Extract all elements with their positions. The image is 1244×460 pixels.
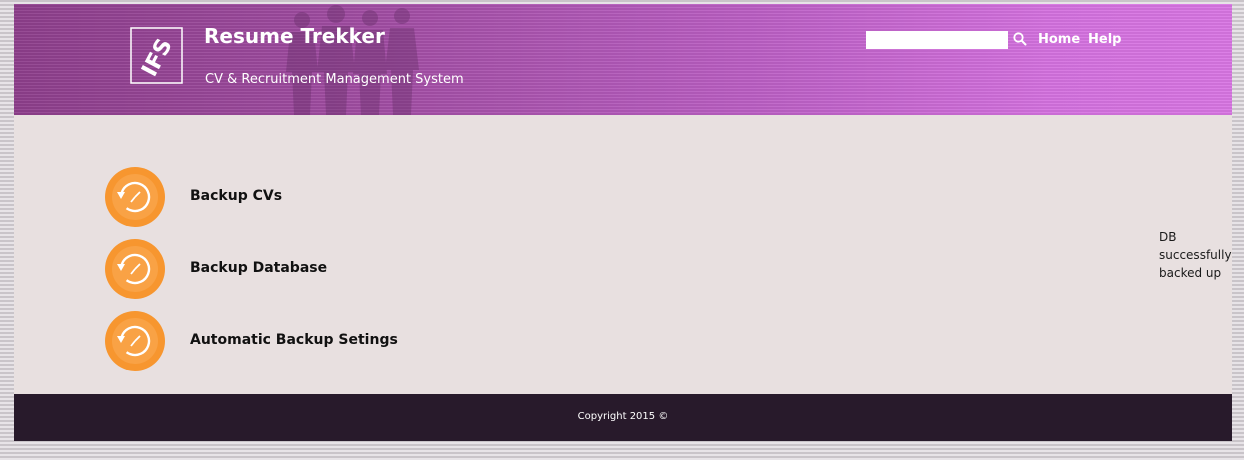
app-subtitle: CV & Recruitment Management System (205, 72, 464, 87)
backup-icon (105, 167, 165, 227)
menu-label-backup-cvs: Backup CVs (190, 188, 283, 204)
people-silhouette-image (286, 5, 419, 115)
nav-home-link[interactable]: Home (1038, 32, 1080, 48)
search-icon[interactable] (1012, 31, 1028, 47)
app-title: Resume Trekker (204, 24, 385, 48)
menu-item-backup-database[interactable]: Backup Database (104, 238, 504, 300)
menu-item-backup-cvs[interactable]: Backup CVs (104, 166, 504, 228)
backup-icon (105, 239, 165, 299)
main-content: Backup CVs Backup Database Automatic Bac… (14, 115, 1232, 394)
footer: Copyright 2015 © (14, 394, 1232, 441)
logo-text: IFS (137, 35, 177, 81)
backup-icon (105, 311, 165, 371)
menu-item-automatic-backup-settings[interactable]: Automatic Backup Setings (104, 310, 504, 372)
nav-help-link[interactable]: Help (1088, 32, 1121, 48)
menu-label-backup-database: Backup Database (190, 260, 328, 276)
status-message: DB successfully backed up (1159, 230, 1232, 280)
search-input[interactable] (866, 31, 1008, 49)
menu-label-automatic-backup-settings: Automatic Backup Setings (190, 332, 398, 348)
page-frame: IFS Resume Trekker CV & Recruitment Mana… (14, 4, 1232, 441)
header-banner: IFS Resume Trekker CV & Recruitment Mana… (14, 4, 1232, 115)
ifs-logo: IFS (130, 27, 183, 84)
copyright-text: Copyright 2015 © (577, 411, 669, 422)
